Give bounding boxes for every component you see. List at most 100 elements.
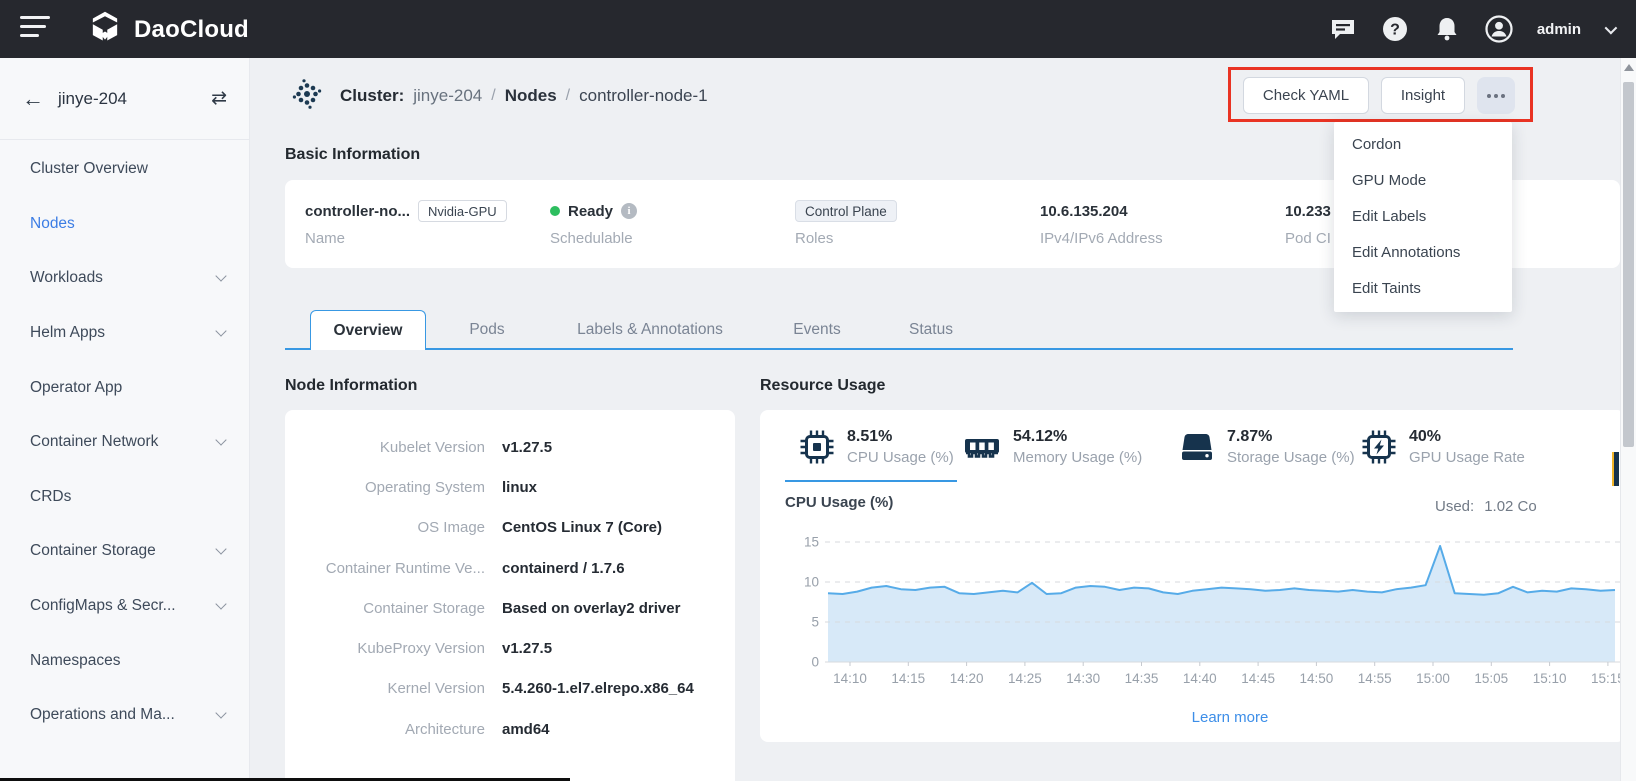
metric-tab-gpu[interactable]: 40% GPU Usage Rate [1360,428,1525,471]
chevron-down-icon [215,544,226,555]
used-cores-label: Used:1.02 Co [1435,498,1537,515]
breadcrumb-cluster-link[interactable]: jinye-204 [413,86,482,106]
tab-pods[interactable]: Pods [469,310,504,350]
table-row: Container Runtime Ve...containerd / 1.7.… [285,548,735,588]
insight-button[interactable]: Insight [1381,77,1465,114]
back-arrow-icon[interactable]: ← [22,88,44,110]
sidebar-item-workloads[interactable]: Workloads [0,251,249,306]
sidebar-item-operator-app[interactable]: Operator App [0,360,249,415]
learn-more-link[interactable]: Learn more [1160,709,1300,726]
table-row: KubeProxy Versionv1.27.5 [285,628,735,668]
menu-item-gpu-mode[interactable]: GPU Mode [1334,163,1512,199]
sidebar-item-configmaps-secrets[interactable]: ConfigMaps & Secr... [0,579,249,634]
breadcrumb: Cluster: jinye-204 / Nodes / controller-… [292,80,708,112]
basic-information-title: Basic Information [285,146,420,164]
field-label: Pod CI [1285,230,1331,247]
chevron-down-icon [215,271,226,282]
svg-text:15:05: 15:05 [1474,671,1508,686]
table-row: Architectureamd64 [285,709,735,749]
memory-icon [962,428,1002,471]
svg-text:14:50: 14:50 [1300,671,1334,686]
breadcrumb-separator: / [491,87,495,105]
metric-tab-cpu[interactable]: 8.51% CPU Usage (%) [798,428,954,471]
table-row: Container StorageBased on overlay2 drive… [285,588,735,628]
topbar-actions: ? admin [1329,0,1614,58]
field-pod-cidr: 10.233 Pod CI [1285,199,1331,247]
sidebar-item-crds[interactable]: CRDs [0,470,249,525]
sidebar-item-container-storage[interactable]: Container Storage [0,524,249,579]
table-row: Operating Systemlinux [285,467,735,507]
sidebar-item-container-network[interactable]: Container Network [0,415,249,470]
sidebar-item-cluster-overview[interactable]: Cluster Overview [0,142,249,197]
cluster-dots-icon [292,79,322,114]
svg-text:0: 0 [811,655,819,670]
field-label: Roles [795,230,897,247]
scrollbar-thumb[interactable] [1623,82,1634,447]
tab-events[interactable]: Events [793,310,840,350]
vertical-scrollbar[interactable] [1620,58,1636,781]
svg-text:14:30: 14:30 [1066,671,1100,686]
metric-tab-storage[interactable]: 7.87% Storage Usage (%) [1178,428,1355,471]
node-information-title: Node Information [285,377,417,395]
svg-text:15: 15 [804,535,819,550]
user-menu-chevron-down-icon[interactable] [1605,21,1618,34]
svg-text:14:40: 14:40 [1183,671,1217,686]
ready-status-value: Ready [568,203,613,220]
tab-status[interactable]: Status [909,310,953,350]
user-avatar[interactable] [1485,15,1513,43]
sidebar-cluster-header: ← jinye-204 ⇄ [0,58,249,140]
svg-text:14:15: 14:15 [891,671,925,686]
svg-text:5: 5 [811,615,819,630]
used-cores-value: 1.02 Co [1484,498,1537,515]
svg-text:14:10: 14:10 [833,671,867,686]
breadcrumb-separator: / [566,87,570,105]
sidebar-item-operations[interactable]: Operations and Ma... [0,688,249,743]
breadcrumb-current-node: controller-node-1 [579,86,708,106]
clipped-gauge-element [1612,452,1619,486]
more-actions-button[interactable] [1477,77,1515,114]
field-schedulable: Ready i Schedulable [550,199,637,247]
metric-tab-memory[interactable]: 54.12% Memory Usage (%) [962,428,1142,471]
daocloud-logo-icon [86,9,124,50]
chevron-down-icon [215,708,226,719]
help-icon[interactable]: ? [1381,15,1409,43]
svg-text:14:45: 14:45 [1241,671,1275,686]
pod-cidr-value: 10.233 [1285,203,1331,220]
switch-cluster-icon[interactable]: ⇄ [211,87,227,110]
tab-overview[interactable]: Overview [310,310,426,350]
svg-text:15:15: 15:15 [1591,671,1620,686]
table-row: Kernel Version5.4.260-1.el7.elrepo.x86_6… [285,669,735,709]
resource-usage-title: Resource Usage [760,377,885,395]
svg-text:14:25: 14:25 [1008,671,1042,686]
ready-status-dot [550,206,560,216]
brand-logo[interactable]: DaoCloud [86,9,249,50]
active-metric-underline [785,480,957,482]
notifications-bell-icon[interactable] [1433,15,1461,43]
ip-address-value: 10.6.135.204 [1040,203,1128,220]
username-label[interactable]: admin [1537,21,1581,38]
table-row: OS ImageCentOS Linux 7 (Core) [285,508,735,548]
sidebar-item-nodes[interactable]: Nodes [0,197,249,252]
svg-text:10: 10 [804,575,819,590]
scrollbar-up-arrow[interactable] [1624,64,1634,71]
check-yaml-button[interactable]: Check YAML [1243,77,1369,114]
info-icon[interactable]: i [621,203,637,219]
sidebar: ← jinye-204 ⇄ Cluster Overview Nodes Wor… [0,58,250,781]
svg-text:15:10: 15:10 [1533,671,1567,686]
chevron-down-icon [215,325,226,336]
menu-hamburger-icon[interactable] [20,16,50,42]
breadcrumb-nodes-link[interactable]: Nodes [505,86,557,106]
svg-text:14:55: 14:55 [1358,671,1392,686]
sidebar-item-namespaces[interactable]: Namespaces [0,633,249,688]
tab-labels-annotations[interactable]: Labels & Annotations [577,310,723,350]
node-information-card: Kubelet Versionv1.27.5 Operating Systeml… [285,410,735,781]
sidebar-cluster-name: jinye-204 [58,89,211,109]
sidebar-item-helm-apps[interactable]: Helm Apps [0,306,249,361]
menu-item-edit-annotations[interactable]: Edit Annotations [1334,235,1512,271]
menu-item-edit-taints[interactable]: Edit Taints [1334,271,1512,307]
svg-text:14:20: 14:20 [950,671,984,686]
chat-icon[interactable] [1329,15,1357,43]
menu-item-edit-labels[interactable]: Edit Labels [1334,199,1512,235]
menu-item-cordon[interactable]: Cordon [1334,127,1512,163]
breadcrumb-prefix: Cluster: [340,86,404,106]
